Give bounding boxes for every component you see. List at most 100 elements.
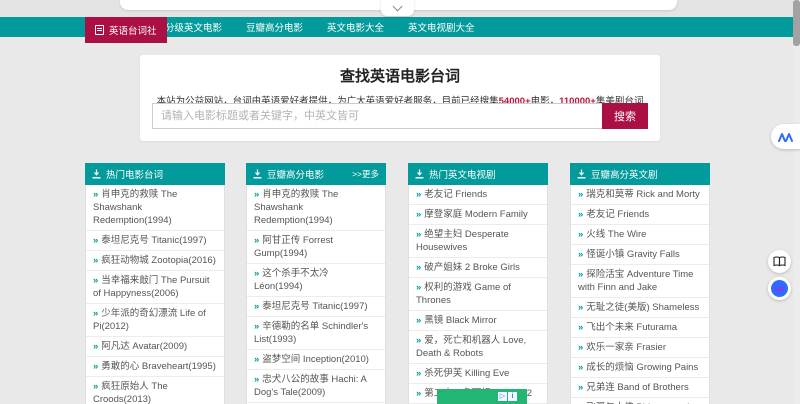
scrollbar-thumb[interactable] <box>793 0 800 46</box>
list-item-label: 泰坦尼克号 Titanic(1997) <box>101 235 206 246</box>
list-item[interactable]: »成长的烦恼 Growing Pains <box>571 358 709 378</box>
list-item[interactable]: »飞哥与小佛 Phineas and Ferb <box>571 398 709 404</box>
list-item[interactable]: »阿凡达 Avatar(2009) <box>86 337 224 357</box>
list-item[interactable]: »勇敢的心 Braveheart(1995) <box>86 357 224 377</box>
monica-extension-button[interactable] <box>771 124 800 149</box>
list-item[interactable]: »当幸福来敲门 The Pursuit of Happyness(2006) <box>86 271 224 304</box>
search-bar: 搜索 <box>152 103 648 129</box>
chevron-icon: » <box>578 382 583 393</box>
quote-column: 热门电影台词»肖申克的救赎 The Shawshank Redemption(1… <box>85 163 225 404</box>
list-item-label: 权利的游戏 Game of Thrones <box>416 282 511 306</box>
list-item[interactable]: »权利的游戏 Game of Thrones <box>409 278 547 311</box>
more-link[interactable]: >>更多 <box>352 168 379 180</box>
chevron-icon: » <box>93 255 98 266</box>
column-header: 热门电影台词 <box>85 163 225 185</box>
column-title: 热门英文电视剧 <box>429 167 496 181</box>
chevron-icon: » <box>254 321 259 332</box>
page-title: 查找英语电影台词 <box>140 65 660 86</box>
list-item-label: 无耻之徒(美版) Shameless <box>586 302 699 313</box>
chevron-icon: » <box>416 315 421 326</box>
list-item-label: 瑞克和莫蒂 Rick and Morty <box>586 189 700 200</box>
chevron-icon: » <box>416 388 421 399</box>
list-icon <box>415 169 424 179</box>
chevron-icon: » <box>416 262 421 273</box>
toolbar-collapse-tab[interactable] <box>381 0 414 16</box>
list-item-label: 老友记 Friends <box>424 189 487 200</box>
list-item-label: 兄弟连 Band of Brothers <box>586 382 688 393</box>
list-item[interactable]: »辛德勒的名单 Schindler's List(1993) <box>247 317 385 350</box>
list-item[interactable]: »泰坦尼克号 Titanic(1997) <box>86 231 224 251</box>
list-item-label: 阿甘正传 Forrest Gump(1994) <box>254 235 333 259</box>
chevron-icon: » <box>93 275 98 286</box>
list-item[interactable]: »探险活宝 Adventure Time with Finn and Jake <box>571 265 709 298</box>
chevron-icon: » <box>93 341 98 352</box>
list-item[interactable]: »欢乐一家亲 Frasier <box>571 338 709 358</box>
chevron-icon: » <box>254 268 259 279</box>
search-input[interactable] <box>152 103 602 129</box>
chevron-icon: » <box>254 301 259 312</box>
list-item[interactable]: »忠犬八公的故事 Hachi: A Dog's Tale(2009) <box>247 370 385 403</box>
open-book-icon <box>773 256 786 267</box>
list-item[interactable]: »肖申克的救赎 The Shawshank Redemption(1994) <box>86 185 224 231</box>
list-item[interactable]: »老友记 Friends <box>409 185 547 205</box>
list-item[interactable]: »疯狂原始人 The Croods(2013) <box>86 377 224 404</box>
list-item[interactable]: »盗梦空间 Inception(2010) <box>247 350 385 370</box>
site-logo[interactable]: 英语台词社 <box>85 17 167 43</box>
column-list: »肖申克的救赎 The Shawshank Redemption(1994)»阿… <box>246 185 386 404</box>
ad-banner[interactable]: ▷ i <box>437 389 527 404</box>
list-item[interactable]: »怪诞小镇 Gravity Falls <box>571 245 709 265</box>
page-scrollbar[interactable] <box>793 0 800 404</box>
chevron-icon: » <box>416 189 421 200</box>
main-navbar: 英语台词社 分级英文电影豆瓣高分电影英文电影大全英文电视剧大全 <box>0 17 793 37</box>
list-item[interactable]: »杀死伊芙 Killing Eve <box>409 364 547 384</box>
list-item[interactable]: »这个杀手不太冷 Léon(1994) <box>247 264 385 297</box>
info-icon[interactable]: i <box>508 392 517 401</box>
adchoices-icon[interactable]: ▷ <box>498 392 507 401</box>
list-item[interactable]: »爱，死亡和机器人 Love, Death & Robots <box>409 331 547 364</box>
list-item[interactable]: »兄弟连 Band of Brothers <box>571 378 709 398</box>
list-item-label: 绝望主妇 Desperate Housewives <box>416 229 509 253</box>
list-icon <box>92 169 101 179</box>
list-item[interactable]: »绝望主妇 Desperate Housewives <box>409 225 547 258</box>
list-item[interactable]: »摩登家庭 Modern Family <box>409 205 547 225</box>
chevron-icon: » <box>416 229 421 240</box>
column-title: 豆瓣高分电影 <box>267 167 324 181</box>
column-header: 豆瓣高分电影 >>更多 <box>246 163 386 185</box>
list-item-label: 杀死伊芙 Killing Eve <box>424 368 509 379</box>
list-item[interactable]: »老友记 Friends <box>571 205 709 225</box>
chevron-icon: » <box>578 269 583 280</box>
list-item[interactable]: »少年派的奇幻漂流 Life of Pi(2012) <box>86 304 224 337</box>
chevron-icon: » <box>254 374 259 385</box>
list-item[interactable]: »疯狂动物城 Zootopia(2016) <box>86 251 224 271</box>
list-item[interactable]: »无耻之徒(美版) Shameless <box>571 298 709 318</box>
book-icon <box>95 25 104 35</box>
page: 英语台词社 分级英文电影豆瓣高分电影英文电影大全英文电视剧大全 查找英语电影台词… <box>0 0 800 404</box>
list-item[interactable]: »肖申克的救赎 The Shawshank Redemption(1994) <box>247 185 385 231</box>
list-item-label: 勇敢的心 Braveheart(1995) <box>101 361 216 372</box>
list-item[interactable]: »火线 The Wire <box>571 225 709 245</box>
list-item-label: 忠犬八公的故事 Hachi: A Dog's Tale(2009) <box>254 374 366 398</box>
list-item[interactable]: »瑞克和莫蒂 Rick and Morty <box>571 185 709 205</box>
list-item-label: 摩登家庭 Modern Family <box>424 209 527 220</box>
chevron-icon: » <box>93 189 98 200</box>
monica-logo-icon <box>778 131 794 143</box>
search-button[interactable]: 搜索 <box>602 103 648 129</box>
list-item[interactable]: »阿甘正传 Forrest Gump(1994) <box>247 231 385 264</box>
assistant-extension-button[interactable] <box>768 277 791 300</box>
nav-item[interactable]: 英文电视剧大全 <box>399 20 484 34</box>
nav-menu: 分级英文电影豆瓣高分电影英文电影大全英文电视剧大全 <box>156 17 490 37</box>
chevron-icon: » <box>93 381 98 392</box>
nav-item[interactable]: 豆瓣高分电影 <box>237 20 312 34</box>
list-item[interactable]: »飞出个未来 Futurama <box>571 318 709 338</box>
list-item[interactable]: »破产姐妹 2 Broke Girls <box>409 258 547 278</box>
quote-column: 热门英文电视剧»老友记 Friends»摩登家庭 Modern Family»绝… <box>408 163 548 404</box>
list-item-label: 黑镜 Black Mirror <box>424 315 496 326</box>
list-item[interactable]: »泰坦尼克号 Titanic(1997) <box>247 297 385 317</box>
list-item-label: 破产姐妹 2 Broke Girls <box>424 262 520 273</box>
nav-item[interactable]: 英文电影大全 <box>318 20 393 34</box>
list-item-label: 疯狂原始人 The Croods(2013) <box>93 381 168 404</box>
list-item[interactable]: »黑镜 Black Mirror <box>409 311 547 331</box>
reader-extension-button[interactable] <box>768 250 791 273</box>
nav-item[interactable]: 分级英文电影 <box>156 20 231 34</box>
chevron-icon: » <box>416 209 421 220</box>
